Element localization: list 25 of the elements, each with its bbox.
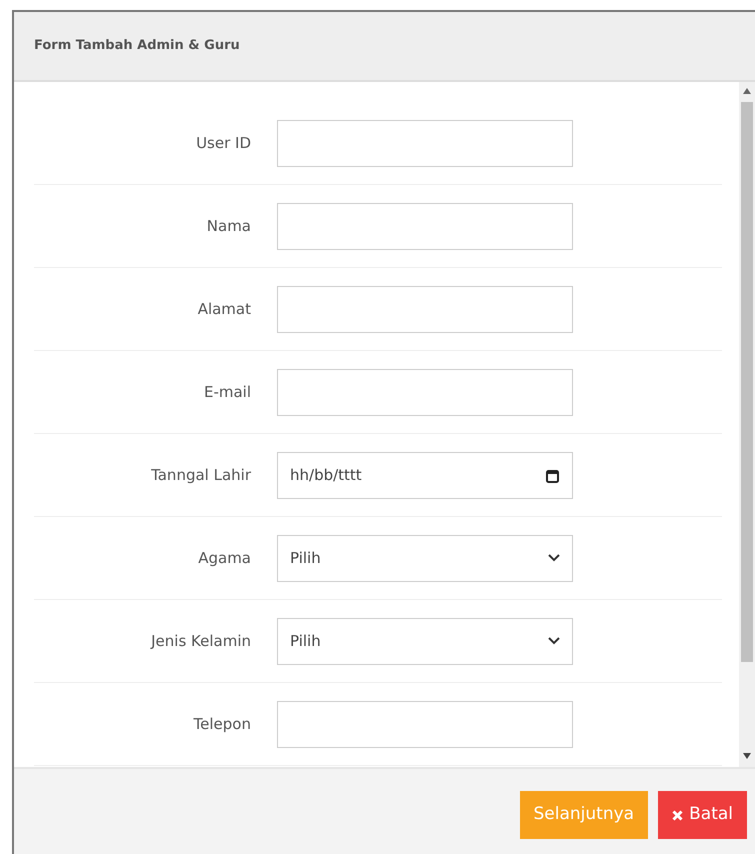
- field-label: Tanngal Lahir: [150, 464, 252, 486]
- dropdown[interactable]: Pilih: [277, 534, 573, 582]
- field-label: Alamat: [196, 298, 252, 320]
- field-label: Jenis Kelamin: [149, 630, 252, 652]
- close-icon: [672, 810, 684, 820]
- field-label: Nama: [206, 216, 252, 237]
- calendar-icon[interactable]: [546, 468, 559, 482]
- input-field[interactable]: [277, 286, 573, 332]
- modal-title: Form Tambah Admin & Guru: [34, 37, 240, 56]
- field-label: Agama: [197, 548, 252, 569]
- input-field[interactable]: [277, 700, 573, 748]
- field-label: Telepon: [192, 714, 252, 735]
- cancel-button[interactable]: Batal: [658, 791, 747, 839]
- date-field[interactable]: hh/bb/tttt: [277, 452, 573, 498]
- scroll-up-arrow-icon[interactable]: [743, 88, 751, 94]
- chevron-down-icon: [548, 637, 560, 645]
- field-label: E-mail: [202, 382, 252, 403]
- input-field[interactable]: [277, 202, 573, 250]
- field-label: User ID: [195, 132, 252, 154]
- chevron-down-icon: [548, 554, 560, 562]
- dropdown[interactable]: Pilih: [277, 618, 573, 664]
- input-field[interactable]: [277, 120, 573, 166]
- input-field[interactable]: [277, 368, 573, 416]
- scroll-down-arrow-icon[interactable]: [743, 753, 751, 759]
- scrollbar[interactable]: [739, 82, 755, 767]
